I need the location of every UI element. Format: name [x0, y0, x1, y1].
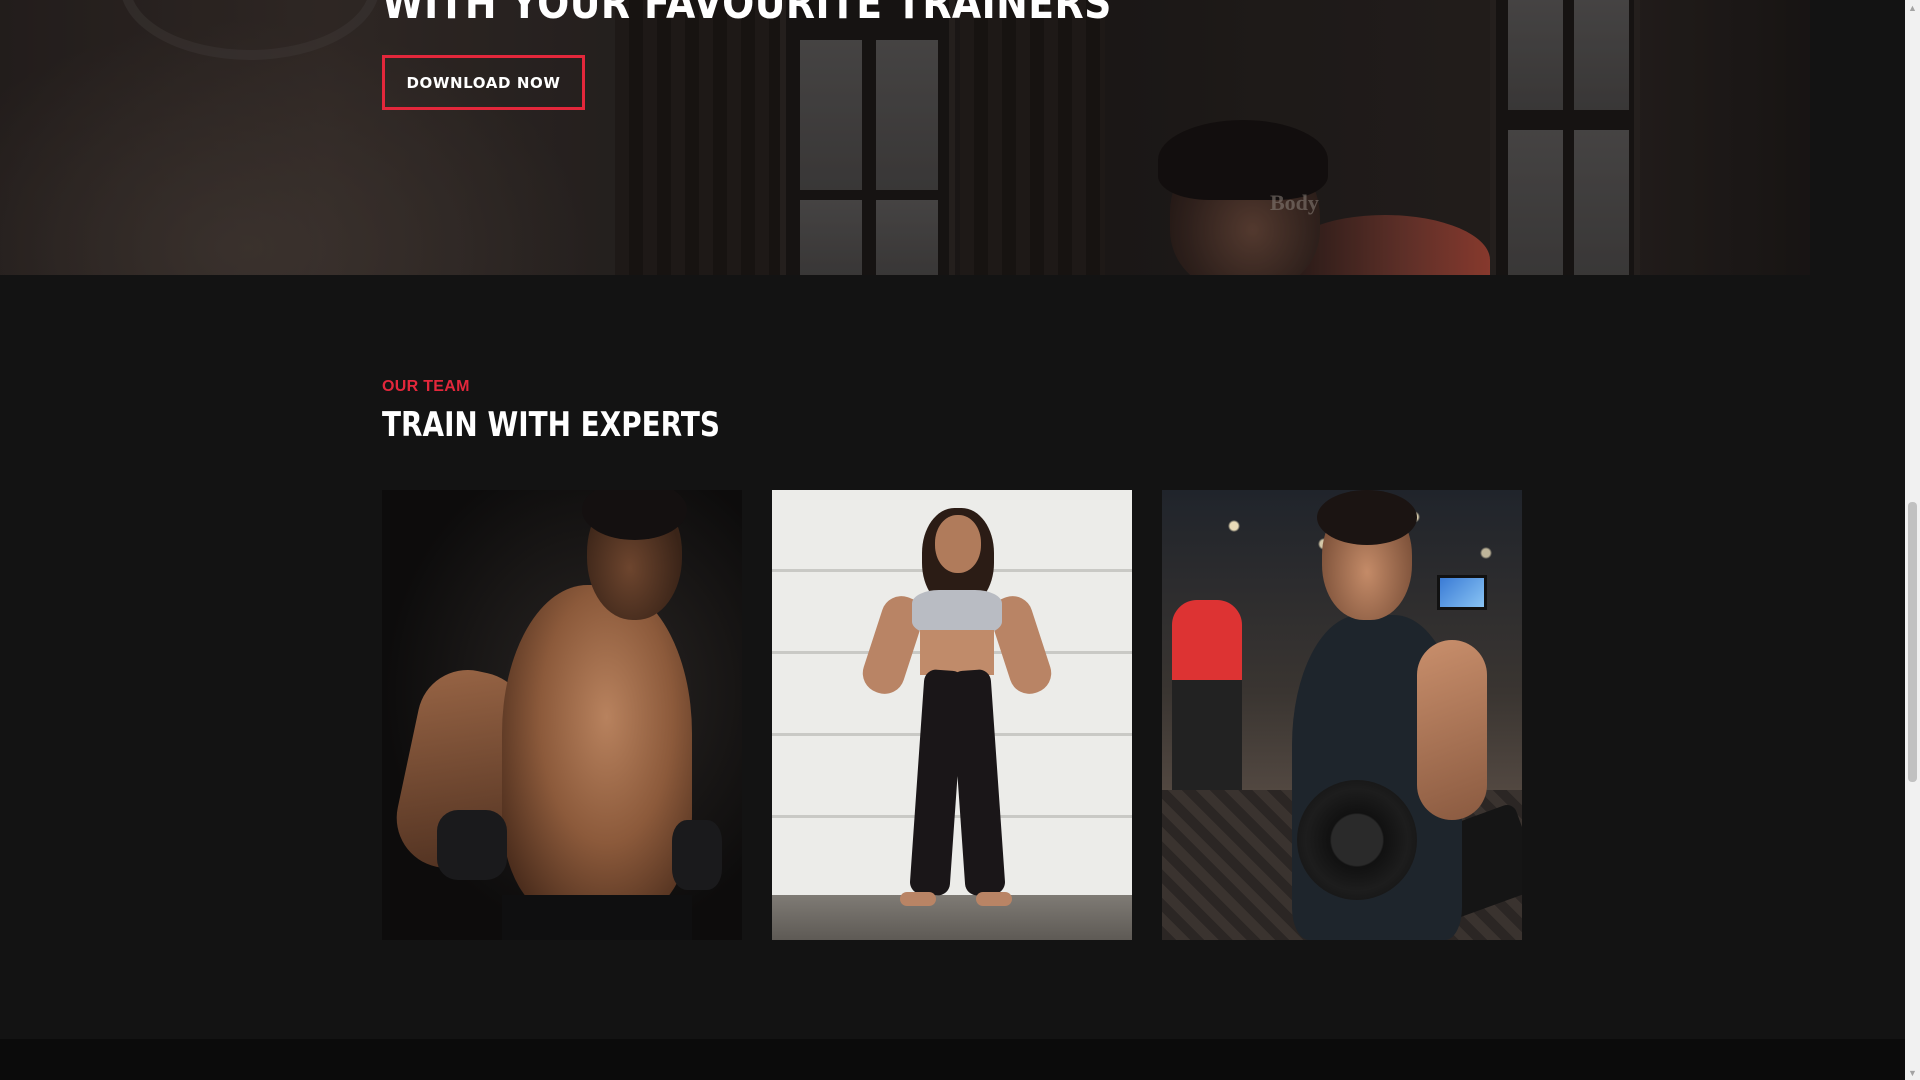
hero-title: WITH YOUR FAVOURITE TRAINERS	[382, 0, 1112, 29]
gym-screen-icon	[1437, 575, 1487, 610]
team-card-gym-man[interactable]	[1162, 490, 1522, 940]
page: Body WITH YOUR FAVOURITE TRAINERS DOWNLO…	[0, 0, 1920, 1080]
scroll-up-icon[interactable]: ▲	[1905, 0, 1920, 15]
boxing-glove-icon	[437, 810, 507, 880]
hero-banner: Body	[0, 0, 1810, 275]
page-scrollbar[interactable]: ▲ ▼	[1905, 0, 1920, 1080]
team-card-woman[interactable]	[772, 490, 1132, 940]
dumbbell-icon	[1297, 780, 1417, 900]
scroll-down-icon[interactable]: ▼	[1905, 1065, 1920, 1080]
footer-strip	[0, 1039, 1905, 1080]
team-card-boxer[interactable]	[382, 490, 742, 940]
download-now-button[interactable]: DOWNLOAD NOW	[382, 55, 585, 110]
section-title: TRAIN WITH EXPERTS	[382, 405, 720, 445]
team-cards	[382, 490, 1523, 940]
scroll-thumb[interactable]	[1908, 502, 1917, 782]
section-eyebrow: OUR TEAM	[382, 378, 470, 395]
boxing-glove-icon	[672, 820, 722, 890]
